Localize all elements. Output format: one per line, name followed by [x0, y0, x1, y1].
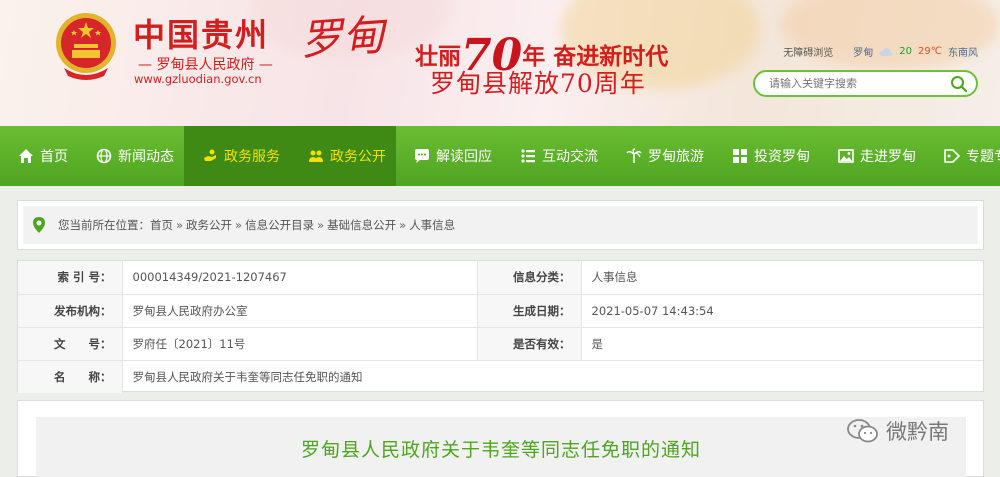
weather-cloud-icon: [879, 47, 893, 56]
temp-low: 20: [899, 46, 913, 57]
nav-item-interpretation[interactable]: 解读回应: [396, 126, 502, 186]
wechat-watermark: 微黔南: [846, 416, 949, 446]
nav-label: 互动交流: [542, 149, 598, 165]
table-row: 发布机构： 罗甸县人民政府办公室 生成日期： 2021-05-07 14:43:…: [18, 294, 983, 328]
article-title-box: 罗甸县人民政府关于韦奎等同志任免职的通知: [36, 417, 966, 477]
nav-item-topics[interactable]: 专题专栏: [926, 126, 1000, 186]
breadcrumb-separator: »: [317, 218, 325, 232]
anniversary-subtitle: 罗甸县解放70周年: [430, 69, 646, 98]
table-row: 名 称： 罗甸县人民政府关于韦奎等同志任免职的通知: [18, 360, 983, 393]
site-header: 中国贵州 — 罗甸县人民政府 — www.gzluodian.gov.cn 罗甸…: [0, 0, 1000, 126]
main-nav: 首页 新闻动态 政务服务 政务公开 解读回应 互动交流 罗甸旅游 投资罗甸 走进…: [0, 126, 1000, 186]
nav-item-interaction[interactable]: 互动交流: [502, 126, 608, 186]
chat-icon: [414, 148, 430, 164]
decor-glow: [780, 0, 1000, 70]
nav-label: 首页: [40, 149, 68, 165]
category-value: 人事信息: [581, 261, 983, 295]
weather-city: 罗甸: [853, 48, 874, 59]
search-box: [753, 70, 978, 97]
watermark-text: 微黔南: [886, 420, 949, 444]
accessibility-link[interactable]: 无障碍浏览: [783, 44, 833, 59]
nav-item-gov-open[interactable]: 政务公开: [290, 126, 396, 186]
nav-item-tourism[interactable]: 罗甸旅游: [608, 126, 714, 186]
name-label: 名 称：: [18, 360, 123, 393]
brand-subtitle: — 罗甸县人民政府 —: [138, 57, 273, 73]
publisher-value: 罗甸县人民政府办公室: [122, 294, 478, 328]
breadcrumb-separator: »: [399, 218, 407, 232]
national-emblem-icon[interactable]: [52, 10, 120, 80]
table-row: 索 引 号： 000014349/2021-1207467 信息分类： 人事信息: [18, 261, 983, 295]
calligraphy-logo: 罗甸: [298, 10, 386, 65]
search-icon[interactable]: [950, 75, 968, 93]
nav-item-news[interactable]: 新闻动态: [78, 126, 184, 186]
breadcrumb-separator: »: [176, 218, 184, 232]
valid-label: 是否有效：: [477, 327, 582, 361]
brand-title: 中国贵州: [133, 16, 270, 54]
date-label: 生成日期：: [477, 294, 582, 328]
home-icon: [18, 148, 34, 164]
publisher-label: 发布机构：: [18, 294, 123, 328]
site-url: www.gzluodian.gov.cn: [134, 72, 262, 86]
globe-icon: [96, 148, 112, 164]
breadcrumb: 您当前所在位置： 首页 » 政务公开 » 信息公开目录 » 基础信息公开 » 人…: [23, 206, 978, 244]
grid-icon: [732, 148, 748, 164]
index-value: 000014349/2021-1207467: [122, 261, 478, 295]
nav-label: 政务公开: [330, 149, 386, 165]
breadcrumb-catalog[interactable]: 信息公开目录: [245, 217, 314, 233]
hand-icon: [202, 148, 218, 164]
valid-value: 是: [581, 327, 983, 361]
nav-item-about[interactable]: 走进罗甸: [820, 126, 926, 186]
wind-direction: 东南风: [948, 48, 978, 59]
nav-label: 投资罗甸: [754, 149, 810, 165]
breadcrumb-separator: »: [235, 218, 243, 232]
people-icon: [308, 148, 324, 164]
breadcrumb-prefix: 您当前所在位置：: [58, 218, 150, 232]
article-title: 罗甸县人民政府关于韦奎等同志任免职的通知: [300, 439, 701, 461]
docno-value: 罗府任〔2021〕11号: [122, 327, 478, 361]
nav-label: 走进罗甸: [860, 149, 916, 165]
date-value: 2021-05-07 14:43:54: [581, 294, 983, 328]
nav-label: 专题专栏: [966, 149, 1000, 165]
docno-label: 文 号：: [18, 327, 123, 361]
table-row: 文 号： 罗府任〔2021〕11号 是否有效： 是: [18, 327, 983, 361]
nav-label: 政务服务: [224, 149, 280, 165]
nav-label: 新闻动态: [118, 149, 174, 165]
breadcrumb-gov-open[interactable]: 政务公开: [186, 217, 232, 233]
location-pin-icon: [33, 217, 45, 233]
nav-item-gov-service[interactable]: 政务服务: [184, 126, 290, 186]
topbar: 无障碍浏览 罗甸 20 29℃ 东南风: [783, 44, 978, 59]
search-input[interactable]: [769, 77, 939, 90]
name-value: 罗甸县人民政府关于韦奎等同志任免职的通知: [132, 369, 363, 384]
article-panel: 罗甸县人民政府关于韦奎等同志任免职的通知: [17, 400, 984, 477]
category-label: 信息分类：: [477, 261, 582, 295]
wechat-icon: [847, 419, 878, 443]
document-info-table: 索 引 号： 000014349/2021-1207467 信息分类： 人事信息…: [17, 260, 984, 393]
picture-icon: [838, 148, 854, 164]
breadcrumb-panel: 您当前所在位置： 首页 » 政务公开 » 信息公开目录 » 基础信息公开 » 人…: [17, 200, 984, 250]
palm-icon: [626, 148, 642, 164]
list-icon: [520, 148, 536, 164]
nav-label: 罗甸旅游: [648, 149, 704, 165]
nav-item-investment[interactable]: 投资罗甸: [714, 126, 820, 186]
nav-item-home[interactable]: 首页: [0, 126, 78, 186]
temp-high: 29℃: [918, 46, 942, 57]
breadcrumb-basic-info[interactable]: 基础信息公开: [327, 217, 396, 233]
index-label: 索 引 号：: [18, 261, 123, 295]
breadcrumb-personnel[interactable]: 人事信息: [409, 217, 455, 233]
breadcrumb-home[interactable]: 首页: [150, 217, 173, 233]
nav-label: 解读回应: [436, 149, 492, 165]
tag-icon: [944, 148, 960, 164]
